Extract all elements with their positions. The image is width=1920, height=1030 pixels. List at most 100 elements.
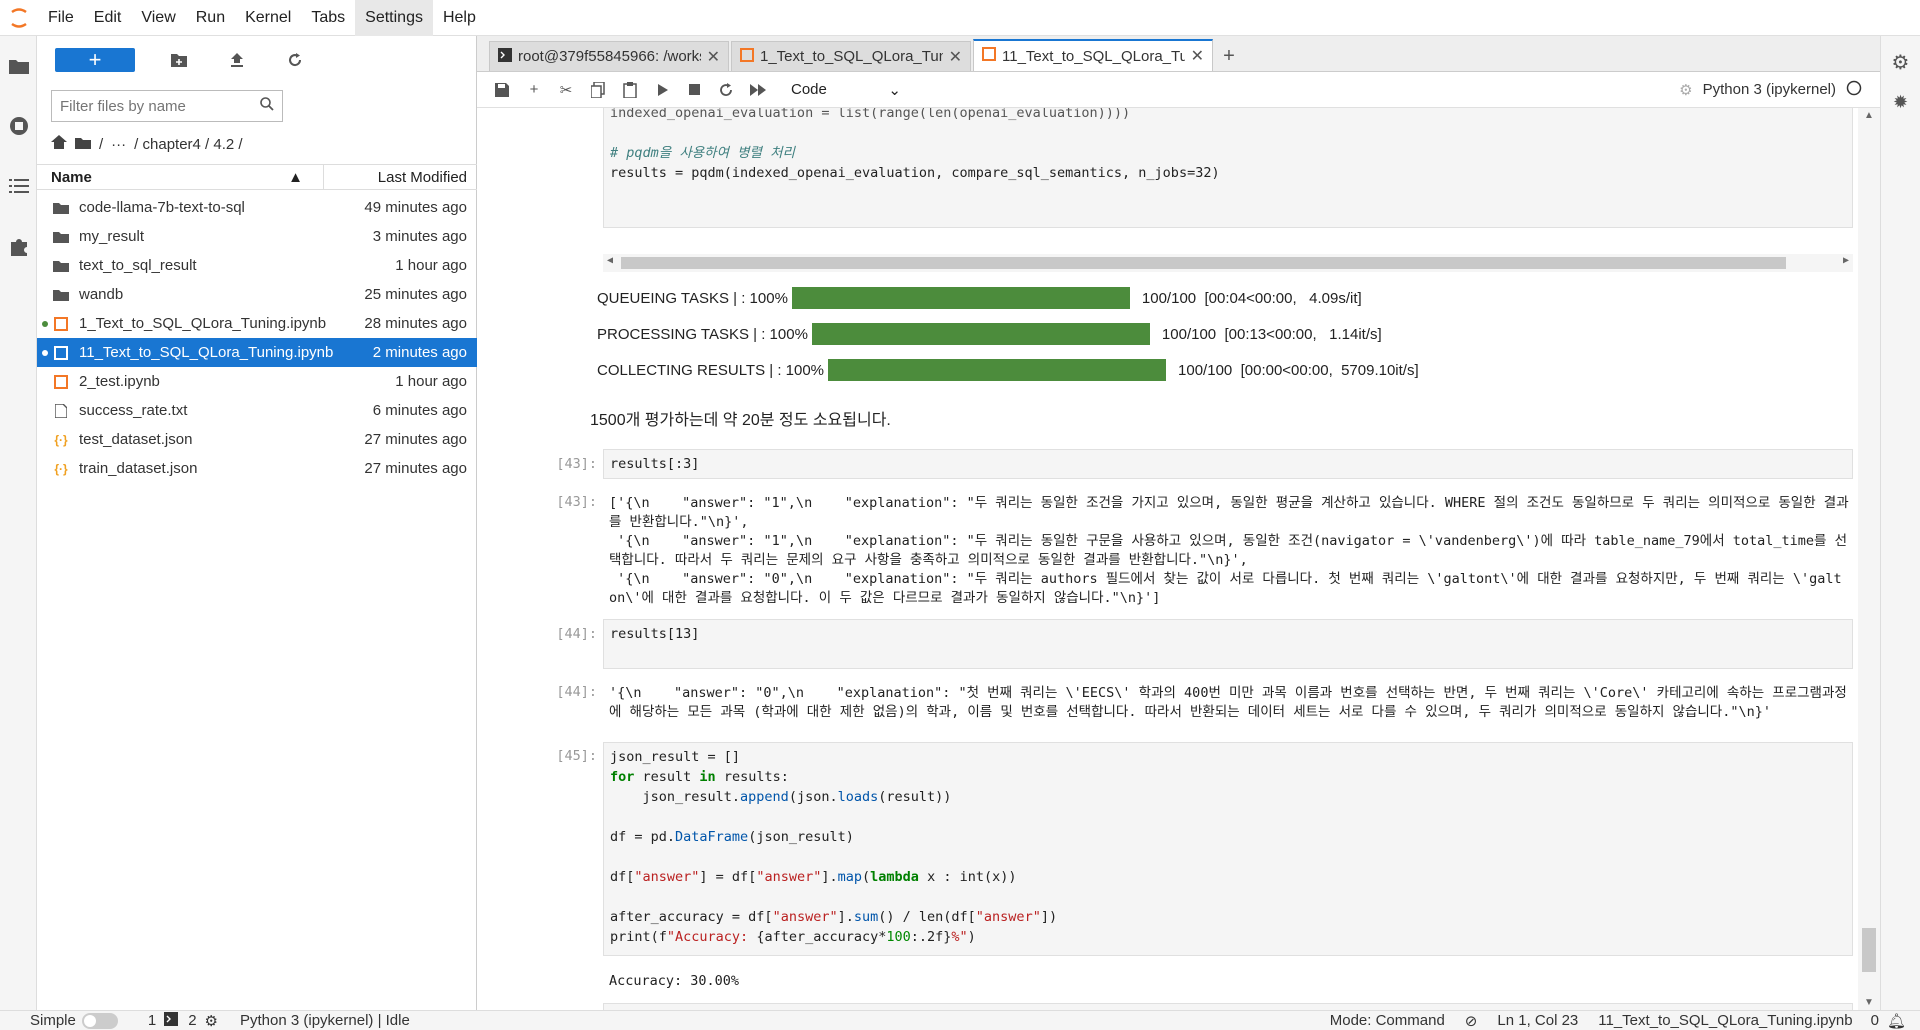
horizontal-scroll-thumb[interactable] bbox=[621, 257, 1786, 269]
refresh-icon[interactable] bbox=[281, 46, 309, 74]
terminal-count[interactable]: 1 bbox=[148, 1012, 156, 1029]
kernel-status[interactable]: Python 3 (ipykernel) | Idle bbox=[240, 1012, 410, 1029]
breadcrumb-ellipsis[interactable]: ··· bbox=[111, 136, 126, 153]
home-icon[interactable] bbox=[51, 135, 67, 153]
file-modified: 25 minutes ago bbox=[364, 286, 467, 303]
menu-tabs[interactable]: Tabs bbox=[301, 0, 355, 36]
code-cell-pqdm[interactable]: indexed_openai_evaluation = list(range(l… bbox=[603, 108, 1853, 228]
output-43: ['{\n "answer": "1",\n "explanation": "두… bbox=[609, 495, 1849, 606]
notebook-cells: indexed_openai_evaluation = list(range(l… bbox=[477, 108, 1857, 1010]
left-activity-bar bbox=[0, 36, 37, 1010]
menu-edit[interactable]: Edit bbox=[84, 0, 132, 36]
menu-help[interactable]: Help bbox=[433, 0, 486, 36]
progress-stats: 100/100 [00:04<00:00, 4.09s/it] bbox=[1141, 289, 1362, 307]
cell-prompt: [44]: bbox=[556, 626, 597, 642]
tab-terminal[interactable]: root@379f55845966: /works ✕ bbox=[489, 41, 729, 71]
paste-icon[interactable] bbox=[621, 81, 639, 99]
file-row[interactable]: {·} train_dataset.json 27 minutes ago bbox=[37, 454, 477, 483]
notebook-icon bbox=[53, 374, 69, 389]
running-stop-icon[interactable] bbox=[0, 96, 37, 156]
empty-code-cell[interactable] bbox=[603, 1003, 1853, 1010]
scroll-up-arrow-icon[interactable]: ▲ bbox=[1864, 110, 1874, 121]
file-filter-input[interactable]: Filter files by name bbox=[51, 90, 283, 122]
file-modified: 1 hour ago bbox=[395, 257, 467, 274]
kernel-indicator[interactable]: ⚙ Python 3 (ipykernel) bbox=[1679, 80, 1862, 100]
table-of-contents-icon[interactable] bbox=[0, 156, 37, 216]
file-row[interactable]: 11_Text_to_SQL_QLora_Tuning.ipynb 2 minut… bbox=[37, 338, 477, 367]
scroll-right-arrow-icon[interactable]: ▶ bbox=[1843, 255, 1849, 266]
kernel-gear-icon: ⚙ bbox=[204, 1012, 218, 1030]
stop-icon[interactable] bbox=[685, 81, 703, 99]
debug-off-icon[interactable]: ⊘ bbox=[1465, 1012, 1478, 1030]
cut-icon[interactable]: ✂ bbox=[557, 81, 575, 99]
cursor-position[interactable]: Ln 1, Col 23 bbox=[1497, 1012, 1578, 1029]
menu-view[interactable]: View bbox=[131, 0, 185, 36]
settings-gear-icon: ⚙ bbox=[1679, 81, 1693, 99]
document-tab-bar: root@379f55845966: /works ✕ 1_Text_to_SQ… bbox=[477, 36, 1880, 72]
scroll-down-arrow-icon[interactable]: ▼ bbox=[1864, 997, 1874, 1008]
horizontal-scrollbar[interactable]: ◀ ▶ bbox=[603, 254, 1853, 272]
kernel-count[interactable]: 2 bbox=[188, 1012, 196, 1029]
column-name-header[interactable]: Name ▲ bbox=[37, 164, 324, 190]
file-modified: 49 minutes ago bbox=[364, 199, 467, 216]
file-list: code-llama-7b-text-to-sql 49 minutes ago m… bbox=[37, 193, 477, 483]
fast-forward-icon[interactable] bbox=[749, 81, 767, 99]
file-row[interactable]: text_to_sql_result 1 hour ago bbox=[37, 251, 477, 280]
menu-run[interactable]: Run bbox=[186, 0, 235, 36]
file-row[interactable]: wandb 25 minutes ago bbox=[37, 280, 477, 309]
close-icon[interactable]: ✕ bbox=[1191, 46, 1204, 66]
menu-file[interactable]: File bbox=[38, 0, 84, 36]
vertical-scrollbar[interactable]: ▲ ▼ bbox=[1858, 108, 1880, 1010]
insert-cell-icon[interactable]: + bbox=[525, 81, 543, 99]
simple-mode-toggle[interactable]: Simple bbox=[30, 1012, 118, 1030]
notebook-toolbar: + ✂ Code ⌄ ⚙ Python 3 (ipykernel) bbox=[477, 72, 1880, 108]
run-icon[interactable] bbox=[653, 81, 671, 99]
notification-count[interactable]: 0 bbox=[1871, 1012, 1879, 1029]
code-cell-44[interactable]: results[13] bbox=[603, 619, 1853, 669]
jupyter-logo-icon bbox=[0, 0, 38, 36]
save-icon[interactable] bbox=[493, 81, 511, 99]
folder-icon[interactable] bbox=[0, 36, 37, 96]
new-folder-icon[interactable] bbox=[165, 46, 193, 74]
file-row[interactable]: success_rate.txt 6 minutes ago bbox=[37, 396, 477, 425]
breadcrumb-folder-icon[interactable] bbox=[75, 136, 91, 153]
property-inspector-gear-icon[interactable]: ⚙ bbox=[1881, 42, 1920, 82]
copy-icon[interactable] bbox=[589, 81, 607, 99]
code-cell-43[interactable]: results[:3] bbox=[603, 449, 1853, 479]
bell-icon[interactable]: 🔔︎ bbox=[1887, 1012, 1906, 1030]
vertical-scroll-thumb[interactable] bbox=[1862, 928, 1876, 972]
file-name: test_dataset.json bbox=[79, 431, 193, 448]
file-name: wandb bbox=[79, 286, 124, 303]
file-name: my_result bbox=[79, 228, 145, 245]
breadcrumb-root[interactable]: / bbox=[99, 136, 103, 153]
search-icon bbox=[260, 97, 274, 115]
add-tab-button[interactable]: + bbox=[1215, 41, 1243, 71]
toggle-switch[interactable] bbox=[81, 1013, 118, 1030]
scroll-left-arrow-icon[interactable]: ◀ bbox=[607, 255, 613, 266]
menu-settings[interactable]: Settings bbox=[355, 0, 433, 36]
cell-type-value: Code bbox=[791, 80, 827, 98]
code-cell-45[interactable]: json_result = [] for result in results: … bbox=[603, 742, 1853, 956]
tab-notebook-1[interactable]: 1_Text_to_SQL_QLora_Tuning ✕ bbox=[731, 41, 971, 71]
file-row[interactable]: code-llama-7b-text-to-sql 49 minutes ago bbox=[37, 193, 477, 222]
file-row[interactable]: 1_Text_to_SQL_QLora_Tuning.ipynb 28 minut… bbox=[37, 309, 477, 338]
menu-kernel[interactable]: Kernel bbox=[235, 0, 301, 36]
file-modified: 27 minutes ago bbox=[364, 460, 467, 477]
tab-notebook-11[interactable]: 11_Text_to_SQL_QLora_Tunir ✕ bbox=[973, 39, 1213, 71]
cell-type-select[interactable]: Code ⌄ bbox=[791, 81, 901, 99]
upload-icon[interactable] bbox=[223, 46, 251, 74]
file-row[interactable]: 2_test.ipynb 1 hour ago bbox=[37, 367, 477, 396]
close-icon[interactable]: ✕ bbox=[949, 47, 962, 67]
column-modified-header[interactable]: Last Modified bbox=[324, 169, 477, 186]
file-name: 1_Text_to_SQL_QLora_Tuning.ipynb bbox=[79, 315, 327, 332]
file-row[interactable]: my_result 3 minutes ago bbox=[37, 222, 477, 251]
file-row[interactable]: {·} test_dataset.json 27 minutes ago bbox=[37, 425, 477, 454]
new-launcher-button[interactable]: + bbox=[55, 48, 135, 72]
restart-icon[interactable] bbox=[717, 81, 735, 99]
progress-stats: 100/100 [00:13<00:00, 1.14it/s] bbox=[1161, 325, 1382, 343]
close-icon[interactable]: ✕ bbox=[707, 47, 720, 67]
extension-puzzle-icon[interactable] bbox=[0, 216, 37, 276]
progress-processing: PROCESSING TASKS | : 100% 100/100 [00:13… bbox=[597, 320, 1382, 348]
debugger-bug-icon[interactable]: ✹ bbox=[1881, 82, 1920, 122]
breadcrumb-path[interactable]: / chapter4 / 4.2 / bbox=[134, 136, 242, 153]
